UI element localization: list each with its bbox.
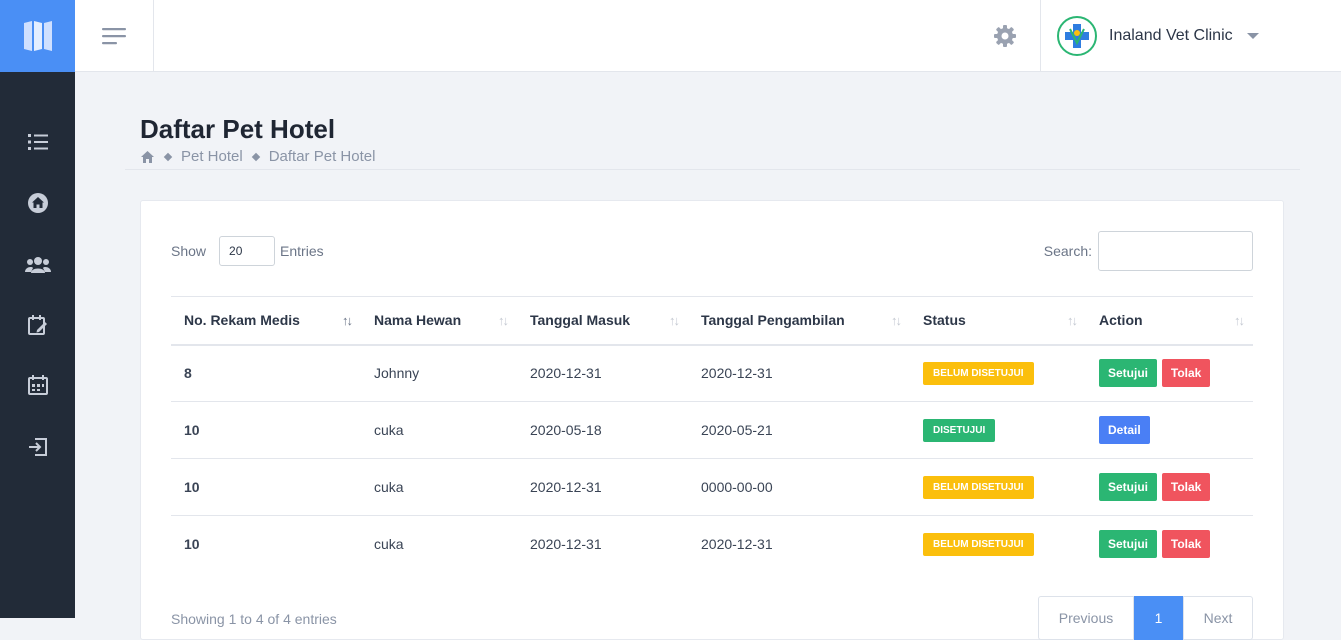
sidebar: [0, 0, 75, 618]
cell-status: DISETUJUI: [910, 401, 1086, 459]
approve-button[interactable]: Setujui: [1099, 530, 1158, 559]
column-header-tanggal-pengambilan[interactable]: Tanggal Pengambilan ↑↓: [688, 296, 910, 346]
avatar: [1057, 16, 1097, 56]
logout-icon: [28, 438, 47, 456]
table-info: Showing 1 to 4 of 4 entries: [171, 611, 337, 627]
column-header-tanggal-masuk[interactable]: Tanggal Masuk ↑↓: [517, 296, 688, 346]
page-title: Daftar Pet Hotel: [140, 114, 336, 144]
sidebar-item-edit-schedule[interactable]: [0, 305, 75, 345]
sidebar-item-home[interactable]: [0, 183, 75, 223]
search-input[interactable]: [1098, 231, 1253, 271]
home-icon: [27, 193, 48, 213]
status-badge: DISETUJUI: [923, 418, 996, 442]
cell-no-rekam-medis: 10: [171, 458, 361, 516]
topbar: Inaland Vet Clinic: [75, 0, 1341, 72]
table-header-row: No. Rekam Medis ↑↓ Nama Hewan ↑↓ Tanggal M…: [171, 296, 1253, 346]
cell-no-rekam-medis: 10: [184, 536, 200, 553]
column-header-no-rekam-medis[interactable]: No. Rekam Medis ↑↓: [171, 296, 361, 346]
column-header-action[interactable]: Action ↑↓: [1086, 296, 1253, 346]
chevron-down-icon: [1246, 33, 1259, 39]
cell-nama-hewan: cuka: [374, 536, 404, 553]
cell-nama-hewan: Johnny: [361, 344, 517, 402]
status-badge: BELUM DISETUJUI: [923, 475, 1034, 499]
sidebar-item-logout[interactable]: [0, 427, 75, 467]
list-icon: [27, 134, 48, 150]
search-label: Search:: [1043, 243, 1092, 259]
vet-clinic-logo-icon: [1065, 24, 1089, 48]
breadcrumb: Pet Hotel Daftar Pet Hotel: [140, 148, 375, 165]
calendar-icon: [27, 375, 48, 395]
user-menu[interactable]: Inaland Vet Clinic: [1040, 0, 1341, 72]
table-card: Show 20 Entries Search: No. Rekam Medis ↑…: [140, 200, 1284, 640]
logo-icon: [23, 21, 52, 51]
breadcrumb-pet-hotel[interactable]: Pet Hotel: [181, 148, 243, 165]
hamburger-icon: [102, 28, 126, 45]
app-logo[interactable]: [0, 0, 75, 72]
sidebar-item-calendar[interactable]: [0, 365, 75, 405]
cell-tanggal-pengambilan: 2020-12-31: [701, 536, 773, 553]
status-badge: BELUM DISETUJUI: [923, 361, 1034, 385]
sort-icon: ↑↓: [669, 313, 680, 328]
pet-hotel-table: No. Rekam Medis ↑↓ Nama Hewan ↑↓ Tanggal M…: [171, 296, 1253, 573]
show-label: Show: [171, 243, 207, 259]
sidebar-item-users[interactable]: [0, 245, 75, 285]
cell-action: Setujui Tolak: [1086, 344, 1253, 402]
cell-action: Setujui Tolak: [1086, 516, 1253, 573]
entries-label: Entries: [280, 243, 324, 259]
table-row: 10 cuka 2020-12-31 0000-00-00 BELUM DISE…: [171, 458, 1253, 516]
cell-nama-hewan: cuka: [361, 458, 517, 516]
breadcrumb-current: Daftar Pet Hotel: [268, 148, 376, 165]
users-icon: [24, 257, 51, 273]
reject-button[interactable]: Tolak: [1161, 530, 1211, 559]
previous-page-button[interactable]: Previous: [1038, 596, 1134, 640]
reject-button[interactable]: Tolak: [1161, 473, 1211, 501]
breadcrumb-separator: [251, 152, 260, 161]
edit-calendar-icon: [27, 315, 47, 335]
cell-status: BELUM DISETUJUI: [910, 344, 1086, 402]
cell-tanggal-masuk: 2020-12-31: [517, 458, 688, 516]
cell-status: BELUM DISETUJUI: [910, 516, 1086, 573]
detail-button[interactable]: Detail: [1099, 416, 1150, 444]
search-control: Search:: [1044, 231, 1253, 271]
menu-toggle-button[interactable]: [75, 0, 154, 72]
home-icon[interactable]: [140, 150, 155, 164]
reject-button[interactable]: Tolak: [1161, 359, 1211, 388]
breadcrumb-separator: [163, 152, 173, 161]
column-header-nama-hewan[interactable]: Nama Hewan ↑↓: [361, 296, 517, 346]
cell-no-rekam-medis: 10: [171, 401, 361, 459]
cell-nama-hewan: cuka: [361, 401, 517, 459]
settings-button[interactable]: [991, 22, 1019, 50]
table-row: 10 cuka 2020-05-18 2020-05-21 DISETUJUI …: [171, 401, 1253, 459]
cell-action: Setujui Tolak: [1086, 458, 1253, 516]
column-header-status[interactable]: Status ↑↓: [910, 296, 1086, 346]
cell-tanggal-masuk: 2020-12-31: [530, 536, 602, 553]
divider: [125, 169, 1300, 170]
cell-tanggal-pengambilan: 0000-00-00: [688, 458, 910, 516]
sort-icon: ↑↓: [1234, 313, 1245, 328]
sort-icon: ↑↓: [342, 313, 353, 328]
gear-icon: [994, 25, 1016, 47]
approve-button[interactable]: Setujui: [1099, 473, 1158, 501]
entries-control: Show 20 Entries: [171, 236, 324, 266]
table-row: 8 Johnny 2020-12-31 2020-12-31 BELUM DIS…: [171, 344, 1253, 402]
cell-status: BELUM DISETUJUI: [910, 458, 1086, 516]
sidebar-item-list[interactable]: [0, 122, 75, 162]
clinic-name: Inaland Vet Clinic: [1109, 27, 1233, 44]
cell-no-rekam-medis: 8: [171, 344, 361, 402]
cell-tanggal-masuk: 2020-12-31: [517, 344, 688, 402]
entries-select[interactable]: 20: [219, 236, 276, 266]
cell-tanggal-pengambilan: 2020-12-31: [688, 344, 910, 402]
approve-button[interactable]: Setujui: [1099, 359, 1158, 388]
cell-action: Detail: [1086, 401, 1253, 459]
sort-icon: ↑↓: [498, 313, 509, 328]
cell-tanggal-pengambilan: 2020-05-21: [688, 401, 910, 459]
status-badge: BELUM DISETUJUI: [923, 532, 1034, 556]
page-1-button[interactable]: 1: [1134, 596, 1183, 640]
cell-tanggal-masuk: 2020-05-18: [517, 401, 688, 459]
pagination: Previous 1 Next: [1038, 596, 1253, 640]
next-page-button[interactable]: Next: [1183, 596, 1253, 640]
sort-icon: ↑↓: [891, 313, 902, 328]
sort-icon: ↑↓: [1067, 313, 1078, 328]
table-row: 10 cuka 2020-12-31 2020-12-31 BELUM DISE…: [171, 516, 1253, 573]
